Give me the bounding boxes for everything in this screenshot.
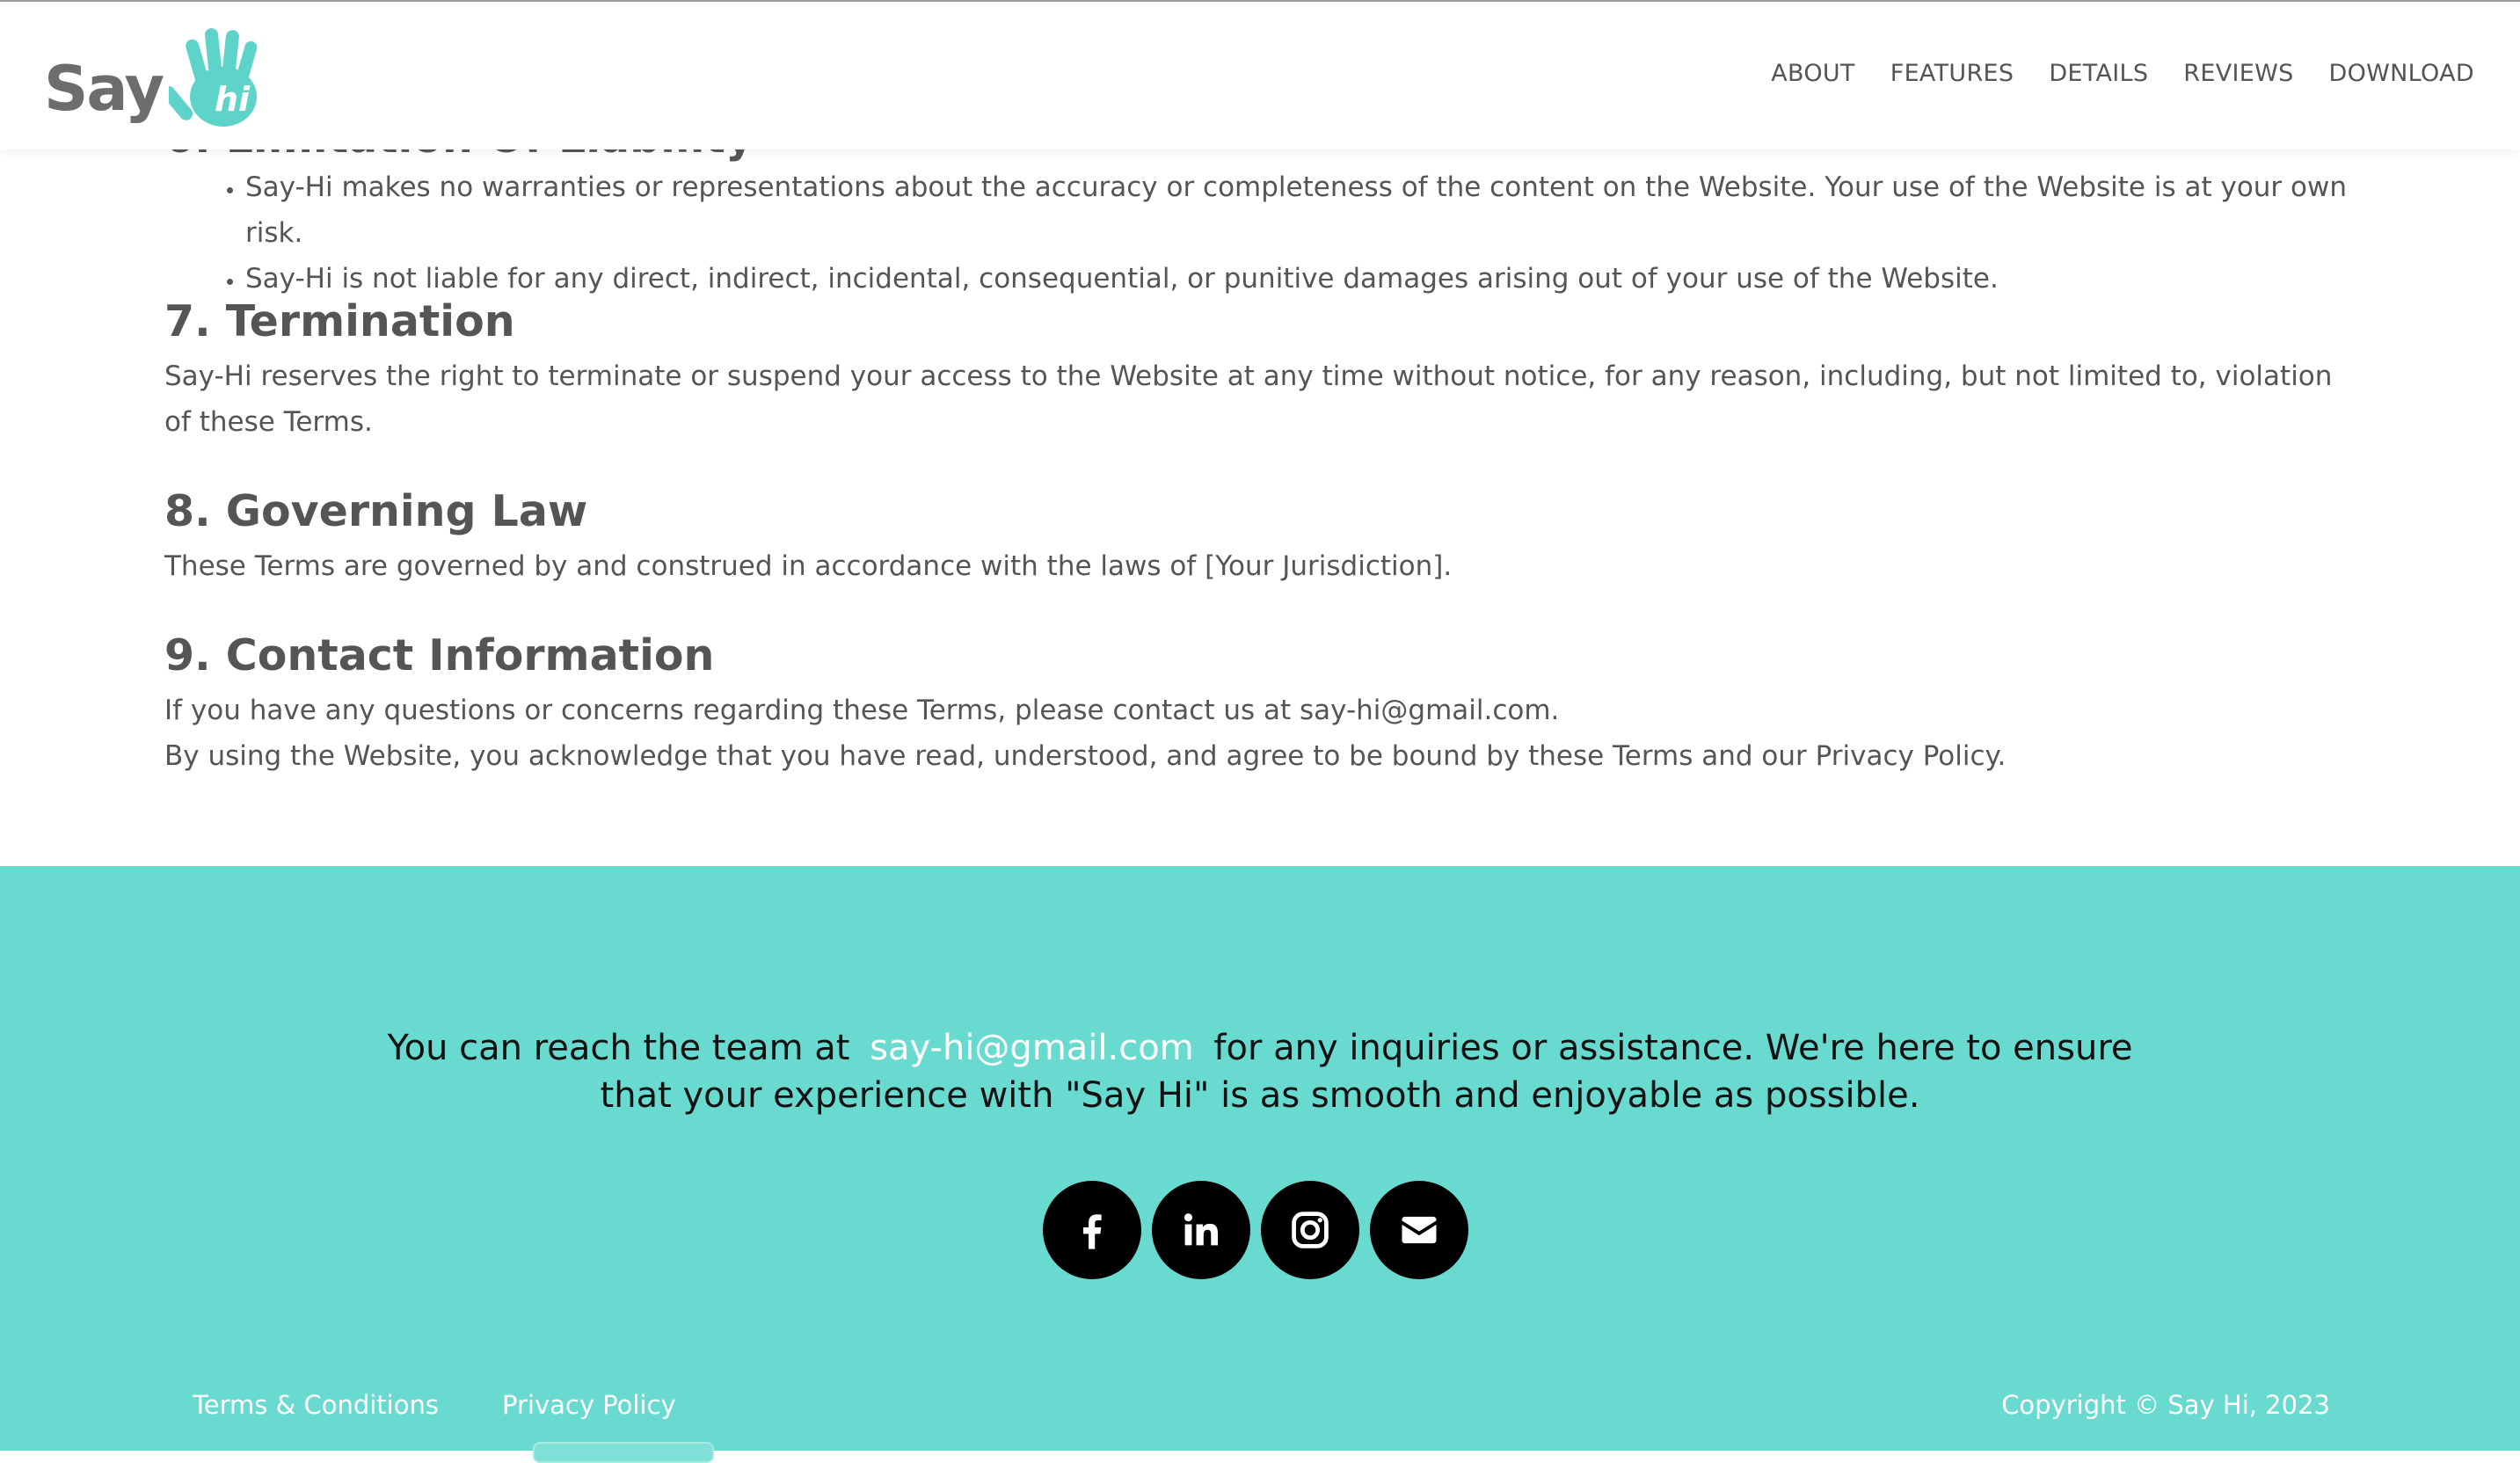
terms-conditions-link[interactable]: Terms & Conditions [193, 1390, 439, 1420]
nav-details[interactable]: DETAILS [2049, 60, 2148, 87]
instagram-icon [1292, 1212, 1329, 1248]
copyright-text: Copyright © Say Hi, 2023 [2001, 1390, 2330, 1420]
privacy-policy-link[interactable]: Privacy Policy [502, 1390, 676, 1420]
top-border [0, 0, 2520, 2]
linkedin-button[interactable] [1152, 1181, 1250, 1279]
section-termination: 7. Termination Say-Hi reserves the right… [164, 290, 2363, 445]
email-icon [1402, 1216, 1437, 1244]
contact-text-before: You can reach the team at [387, 1028, 850, 1068]
section-paragraph: Say-Hi reserves the right to terminate o… [164, 360, 2333, 438]
section-heading: 8. Governing Law [164, 486, 588, 536]
social-links [1043, 1181, 1468, 1279]
section-paragraph: If you have any questions or concerns re… [164, 695, 1560, 726]
contact-line-2: that your experience with "Say Hi" is as… [600, 1075, 1920, 1116]
nav-download[interactable]: DOWNLOAD [2329, 60, 2474, 87]
logo-word: Say [44, 53, 164, 125]
section-paragraph: By using the Website, you acknowledge th… [164, 740, 2007, 772]
contact-message: You can reach the team at say-hi@gmail.c… [0, 1024, 2520, 1119]
contact-email-link[interactable]: say-hi@gmail.com [861, 1028, 1202, 1068]
footer: You can reach the team at say-hi@gmail.c… [0, 866, 2520, 1463]
bullet-item: Say-Hi makes no warranties or representa… [245, 164, 2363, 256]
section-paragraph: These Terms are governed by and construe… [164, 550, 1453, 582]
facebook-button[interactable] [1043, 1181, 1141, 1279]
nav-reviews[interactable]: REVIEWS [2183, 60, 2293, 87]
section-governing-law: 8. Governing Law These Terms are governe… [164, 480, 2363, 589]
email-button[interactable] [1370, 1181, 1468, 1279]
logo[interactable]: Say hi [44, 21, 264, 137]
nav-about[interactable]: ABOUT [1771, 60, 1855, 87]
contact-text-after: for any inquiries or assistance. We're h… [1213, 1028, 2133, 1068]
section-contact: 9. Contact Information If you have any q… [164, 624, 2363, 779]
instagram-button[interactable] [1261, 1181, 1359, 1279]
contact-line-1: You can reach the team at say-hi@gmail.c… [0, 1024, 2520, 1072]
scroll-top-tab[interactable] [533, 1442, 714, 1463]
section-heading: 7. Termination [164, 296, 515, 346]
liability-bullets: Say-Hi makes no warranties or representa… [164, 164, 2363, 302]
facebook-icon [1083, 1214, 1102, 1249]
nav-features[interactable]: FEATURES [1890, 60, 2014, 87]
section-heading: 9. Contact Information [164, 630, 715, 681]
main-nav: ABOUT FEATURES DETAILS REVIEWS DOWNLOAD [1771, 60, 2474, 87]
navbar: Say hi ABOUT FEATURES DETAILS REVIEWS DO… [0, 2, 2520, 149]
logo-hi: hi [215, 80, 251, 119]
linkedin-icon [1184, 1213, 1219, 1246]
